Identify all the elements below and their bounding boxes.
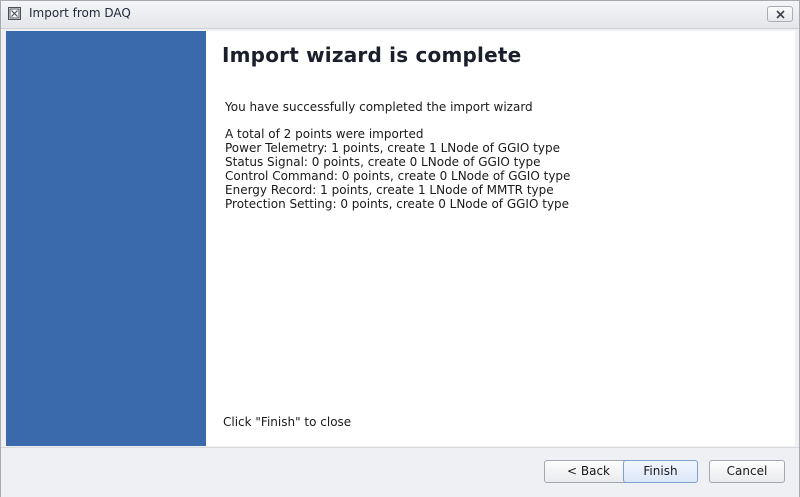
window-title: Import from DAQ	[29, 6, 131, 20]
summary-line: A total of 2 points were imported	[225, 127, 424, 141]
wizard-content-panel: Import wizard is complete You have succe…	[206, 31, 795, 446]
summary-line: Energy Record: 1 points, create 1 LNode …	[225, 183, 554, 197]
app-window-icon	[8, 7, 21, 20]
summary-line: Protection Setting: 0 points, create 0 L…	[225, 197, 570, 211]
summary-line: Power Telemetry: 1 points, create 1 LNod…	[225, 141, 560, 155]
close-icon	[775, 10, 785, 19]
close-hint: Click "Finish" to close	[223, 415, 352, 429]
success-message: You have successfully completed the impo…	[225, 100, 533, 114]
import-summary: A total of 2 points were imported Power …	[225, 127, 570, 211]
title-bar[interactable]: Import from DAQ	[1, 1, 799, 29]
close-button[interactable]	[767, 6, 793, 22]
wizard-side-banner	[6, 31, 206, 446]
page-title: Import wizard is complete	[222, 43, 522, 67]
import-from-daq-dialog: Import from DAQ Import wizard is complet…	[0, 0, 800, 497]
finish-button[interactable]: Finish	[623, 460, 698, 483]
summary-line: Control Command: 0 points, create 0 LNod…	[225, 169, 571, 183]
button-bar: < Back Finish Cancel	[1, 447, 799, 497]
cancel-button[interactable]: Cancel	[709, 460, 785, 483]
summary-line: Status Signal: 0 points, create 0 LNode …	[225, 155, 541, 169]
back-button[interactable]: < Back	[544, 460, 633, 483]
